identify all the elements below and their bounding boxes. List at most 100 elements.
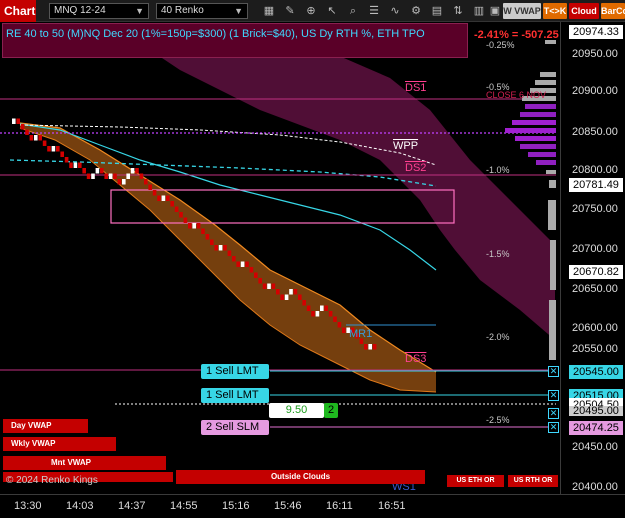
watermark: © 2024 Renko Kings — [6, 475, 98, 486]
renko-brick — [100, 168, 104, 174]
renko-brick — [210, 239, 214, 245]
mnt-vwap-button[interactable]: Mnt VWAP — [3, 456, 166, 470]
bar-type-label: 40 Renko — [161, 5, 204, 16]
time-tick: 16:11 — [326, 500, 353, 512]
renko-brick — [267, 283, 271, 289]
renko-brick — [324, 305, 328, 311]
wkly-vwap-button[interactable]: Wkly VWAP — [3, 437, 116, 451]
lock-icon[interactable]: ▣ — [488, 3, 502, 19]
renko-brick — [333, 316, 337, 322]
pct-label: -1.5% — [486, 249, 510, 259]
time-tick: 14:55 — [170, 500, 198, 512]
renko-brick — [201, 228, 205, 234]
renko-brick — [86, 173, 91, 179]
pointer-icon[interactable]: ↖ — [325, 3, 339, 19]
close-icon[interactable]: ✕ — [548, 422, 559, 433]
renko-brick — [51, 146, 56, 152]
renko-brick — [368, 344, 372, 350]
time-tick: 14:37 — [118, 500, 146, 512]
renko-brick — [271, 283, 276, 289]
renko-brick — [174, 206, 179, 212]
time-tick: 15:46 — [274, 500, 302, 512]
renko-brick — [249, 267, 254, 273]
pct-label: -2.5% — [486, 415, 510, 425]
day-vwap-button[interactable]: Day VWAP — [3, 419, 88, 433]
w-vwap-button[interactable]: W VWAP — [503, 3, 541, 19]
renko-brick — [236, 261, 240, 267]
chevron-down-icon: ▼ — [234, 6, 243, 16]
renko-brick — [227, 250, 232, 256]
renko-brick — [342, 327, 346, 333]
renko-brick — [183, 217, 188, 223]
draw-tool-icon[interactable]: ✎ — [283, 3, 297, 19]
renko-brick — [38, 135, 42, 141]
templates-icon[interactable]: ▤ — [430, 3, 444, 19]
renko-brick — [47, 146, 51, 152]
position-qty[interactable]: 2 — [324, 403, 338, 418]
close-icon[interactable]: ✕ — [548, 390, 559, 401]
indicators-icon[interactable]: ∿ — [388, 3, 402, 19]
renko-brick — [108, 173, 113, 179]
time-tick: 15:16 — [222, 500, 250, 512]
renko-brick — [60, 151, 64, 157]
barco-button[interactable]: BarCo — [601, 3, 625, 19]
price-tick: 20800.00 — [572, 164, 618, 176]
instrument-selector[interactable]: MNQ 12-24 ▼ — [49, 3, 149, 19]
cloud-button[interactable]: Cloud — [569, 3, 599, 19]
sell-lmt-order-1[interactable]: 1 Sell LMT — [201, 364, 269, 379]
price-last-top: 20974.33 — [569, 25, 623, 39]
renko-brick — [315, 311, 320, 317]
renko-brick — [73, 162, 78, 168]
pct-label: -0.5% — [486, 82, 510, 92]
price-tick: 20900.00 — [572, 85, 618, 97]
renko-brick — [91, 173, 95, 179]
ds2-label: DS2 — [405, 162, 427, 174]
renko-brick — [205, 234, 210, 240]
renko-brick — [276, 289, 280, 295]
ds3-label: DS3 — [405, 353, 427, 365]
price-tick: 20550.00 — [572, 343, 618, 355]
ds1-label: DS1 — [405, 82, 427, 94]
close-icon[interactable]: ✕ — [548, 366, 559, 377]
bar-type-selector[interactable]: 40 Renko ▼ — [156, 3, 248, 19]
us-eth-or-button[interactable]: US ETH OR — [447, 475, 504, 487]
close-icon[interactable]: ✕ — [548, 408, 559, 419]
renko-brick — [29, 135, 34, 141]
renko-brick — [69, 162, 73, 168]
us-rth-or-button[interactable]: US RTH OR — [508, 475, 558, 487]
tk-button[interactable]: T<>K — [543, 3, 567, 19]
pnl-value: 9.50 — [269, 403, 324, 418]
price-box-20781: 20781.49 — [569, 178, 623, 192]
time-tick: 13:30 — [14, 500, 42, 512]
renko-brick — [311, 311, 315, 317]
renko-brick — [337, 322, 342, 328]
properties-icon[interactable]: ☰ — [367, 3, 381, 19]
instrument-info: RE 40 to 50 (M)NQ Dec 20 (1%=150p=$300) … — [6, 28, 425, 40]
crosshair-icon[interactable]: ⊕ — [304, 3, 318, 19]
price-box-20670: 20670.82 — [569, 265, 623, 279]
data-box-icon[interactable]: ▦ — [262, 3, 276, 19]
renko-brick — [223, 245, 227, 251]
pct-label: -2.0% — [486, 332, 510, 342]
bar-width-icon[interactable]: ▥ — [472, 3, 486, 19]
renko-brick — [214, 245, 218, 251]
strategies-icon[interactable]: ⚙ — [409, 3, 423, 19]
sell-lmt-order-2[interactable]: 1 Sell LMT — [201, 388, 269, 403]
pct-label: -1.0% — [486, 165, 510, 175]
outside-clouds-button[interactable]: Outside Clouds — [176, 470, 425, 484]
time-axis[interactable] — [0, 494, 625, 518]
chevron-down-icon: ▼ — [135, 6, 144, 16]
renko-brick — [284, 294, 289, 300]
renko-brick — [306, 305, 311, 311]
time-tick: 14:03 — [66, 500, 94, 512]
zoom-icon[interactable]: ⌕ — [346, 3, 360, 19]
instrument-label: MNQ 12-24 — [54, 5, 106, 16]
renko-brick — [34, 135, 38, 141]
chart-trader-icon[interactable]: ⇅ — [451, 3, 465, 19]
renko-brick — [82, 168, 86, 174]
renko-brick — [139, 173, 144, 179]
sell-slm-order[interactable]: 2 Sell SLM — [201, 420, 269, 435]
renko-brick — [232, 256, 236, 262]
price-box-20474: 20474.25 — [569, 421, 623, 435]
renko-brick — [170, 201, 174, 207]
